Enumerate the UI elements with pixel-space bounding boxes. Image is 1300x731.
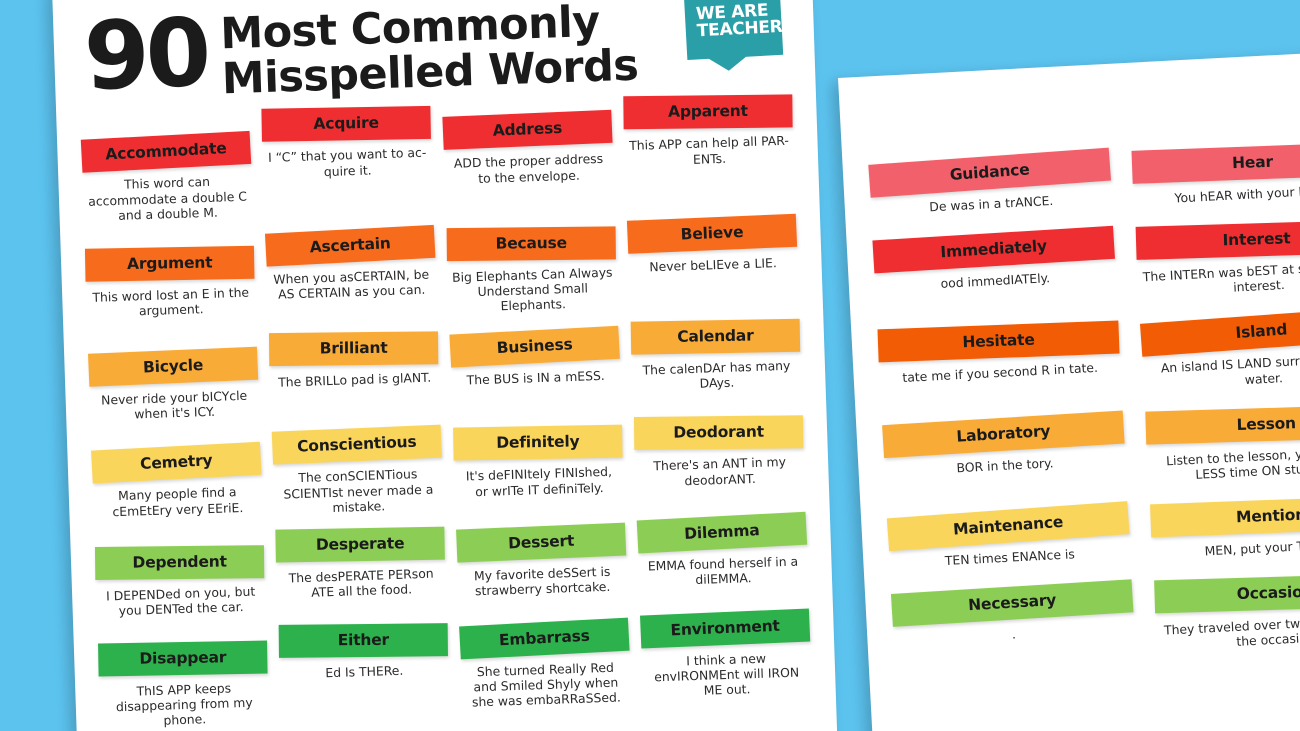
word-swatch: Either: [278, 623, 448, 658]
word-card: Mention MEN, put your TIe On.: [1150, 494, 1300, 572]
word-mnemonic: I DEPENDed on you, but you DENTed the ca…: [105, 583, 256, 619]
word-card: Deodorant There's an ANT in my deodorANT…: [633, 414, 806, 515]
word-swatch: Mention: [1150, 495, 1300, 538]
word-card: Calendar The calenDAr has many DAys.: [630, 318, 802, 416]
word-mnemonic: It's deFINItely FINIshed, or wrITe IT de…: [465, 464, 613, 499]
word-card: Argument This word lost an E in the argu…: [84, 244, 257, 337]
word-card: Necessary .: [890, 579, 1136, 677]
word-card: Island An island IS LAND surrounded by w…: [1140, 306, 1300, 402]
word-swatch: Believe: [626, 213, 798, 254]
word-card: Acquire I “C” that you want to ac-quire …: [261, 105, 434, 228]
word-grid-sheet-2: Guidance De was in a trANCE. Hear You hE…: [838, 49, 1300, 679]
word-card: Maintenance TEN times ENANce is: [886, 501, 1131, 585]
word-card: Bicycle Never ride your bICYcle when it'…: [88, 346, 260, 434]
page-title: Most Commonly Misspelled Words: [220, 0, 640, 105]
word-card: Immediately ood immedIATEly.: [872, 225, 1118, 324]
word-card: Business The BUS is IN a mESS.: [449, 325, 622, 422]
word-mnemonic: EMMA found herself in a dilEMMA.: [647, 553, 799, 587]
word-card: Conscientious The conSCIENTious SCIENTIs…: [271, 425, 444, 527]
word-swatch: Dependent: [94, 545, 265, 580]
word-swatch: Interest: [1135, 219, 1300, 261]
word-mnemonic: This word lost an E in the argument.: [92, 284, 250, 319]
word-mnemonic: She turned Really Red and Smiled Shyly w…: [471, 659, 622, 710]
paper-sheet-1: 90 Most Commonly Misspelled Words WE ARE…: [52, 0, 838, 731]
page-title-number: 90: [82, 0, 209, 112]
word-card: Lesson Listen to the lesson, you'll spen…: [1145, 401, 1300, 494]
word-card: Address ADD the proper address to the en…: [442, 110, 614, 222]
poster-canvas: mend MEND you ecommend tly. m Your Two o…: [0, 0, 1300, 731]
word-card: Laboratory BOR in the tory.: [882, 410, 1127, 508]
word-card: Definitely It's deFINItely FINIshed, or …: [453, 424, 625, 521]
word-swatch: Hear: [1131, 142, 1300, 184]
word-mnemonic: ThIS APP keeps disappearing from my phon…: [115, 680, 253, 729]
word-swatch: Desperate: [275, 526, 445, 563]
word-mnemonic: The desPERATE PERson ATE all the food.: [288, 565, 434, 600]
word-card: Occasion They traveled over two Cs (seas…: [1154, 571, 1300, 664]
word-card: Either Ed Is THERe.: [278, 621, 450, 731]
word-card: Dependent I DEPENDed on you, but you DEN…: [94, 543, 267, 629]
word-swatch: Occasion: [1154, 573, 1300, 614]
word-card: Apparent This APP can help all PAR-ENTs.: [623, 93, 796, 216]
word-swatch: Because: [446, 226, 616, 261]
logo-tail-icon: [707, 56, 748, 72]
word-card: Dessert My favorite deSSert is strawberr…: [456, 522, 628, 617]
word-mnemonic: This APP can help all PAR-ENTs.: [628, 133, 790, 167]
word-swatch: Apparent: [623, 94, 793, 130]
word-swatch: Deodorant: [633, 415, 804, 451]
word-mnemonic: Ed Is THERe.: [325, 662, 404, 681]
word-swatch: Acquire: [261, 106, 431, 143]
word-mnemonic: This word can accommodate a double C and…: [87, 174, 248, 223]
page-title-line2: Misspelled Words: [221, 40, 640, 105]
word-swatch: Definitely: [453, 425, 623, 462]
word-card: Believe Never beLIEve a LIE.: [626, 213, 799, 319]
word-mnemonic: There's an ANT in my deodorANT.: [653, 454, 787, 488]
word-mnemonic: My favorite deSSert is strawberry shortc…: [473, 563, 611, 599]
word-card: Guidance De was in a trANCE.: [868, 147, 1112, 232]
word-card: Desperate The desPERATE PERson ATE all t…: [275, 525, 447, 623]
word-mnemonic: Never ride your bICYcle when it's ICY.: [100, 387, 248, 422]
word-card: Disappear ThIS APP keeps disappearing fr…: [98, 639, 270, 731]
word-mnemonic: Many people find a cEmEtEry very EEriE.: [112, 484, 244, 519]
word-mnemonic: The BRILLo pad is glANT.: [277, 369, 432, 390]
weareteachers-logo: WE ARE TEACHERS: [684, 0, 795, 60]
word-swatch: Argument: [84, 245, 255, 282]
word-mnemonic: I think a new envIRONMEnt will IRON ME o…: [653, 650, 800, 699]
word-card: Accommodate This word can accommodate a …: [80, 131, 253, 234]
word-card: Because Big Elephants Can Always Underst…: [446, 224, 618, 325]
word-card: Cemetry Many people find a cEmEtEry very…: [91, 442, 263, 533]
word-swatch: Disappear: [98, 640, 268, 677]
word-card: Embarrass She turned Really Red and Smil…: [459, 617, 631, 728]
word-swatch: Lesson: [1145, 404, 1300, 445]
paper-sheet-2: Guidance De was in a trANCE. Hear You hE…: [838, 48, 1300, 731]
word-grid-sheet-1: Accommodate This word can accommodate a …: [56, 88, 836, 731]
word-mnemonic: I “C” that you want to ac-quire it.: [267, 145, 427, 179]
word-card: Hesitate tate me if you second R in tate…: [877, 319, 1122, 416]
logo-line2: TEACHERS: [696, 16, 795, 42]
word-swatch: Calendar: [630, 318, 801, 355]
word-card: Ascertain When you asCERTAIN, be AS CERT…: [264, 224, 437, 331]
word-card: Hear You hEAR with your EARs.: [1131, 140, 1300, 218]
word-swatch: Dessert: [456, 522, 627, 563]
word-card: Environment I think a new envIRONMEnt wi…: [639, 608, 812, 722]
word-mnemonic: Big Elephants Can Always Understand Smal…: [451, 264, 613, 314]
word-swatch: Brilliant: [268, 331, 439, 367]
word-mnemonic: When you asCERTAIN, be AS CERTAIN as you…: [273, 266, 430, 302]
word-mnemonic: ADD the proper address to the envelope.: [453, 151, 604, 186]
word-mnemonic: The calenDAr has many DAys.: [642, 357, 791, 392]
word-card: Brilliant The BRILLo pad is glANT.: [268, 330, 441, 428]
word-mnemonic: The conSCIENTious SCIENTIst never made a…: [283, 466, 434, 515]
word-card: Interest The INTERn was bEST at showing …: [1135, 217, 1300, 310]
word-card: Dilemma EMMA found herself in a dilEMMA.: [636, 511, 809, 611]
